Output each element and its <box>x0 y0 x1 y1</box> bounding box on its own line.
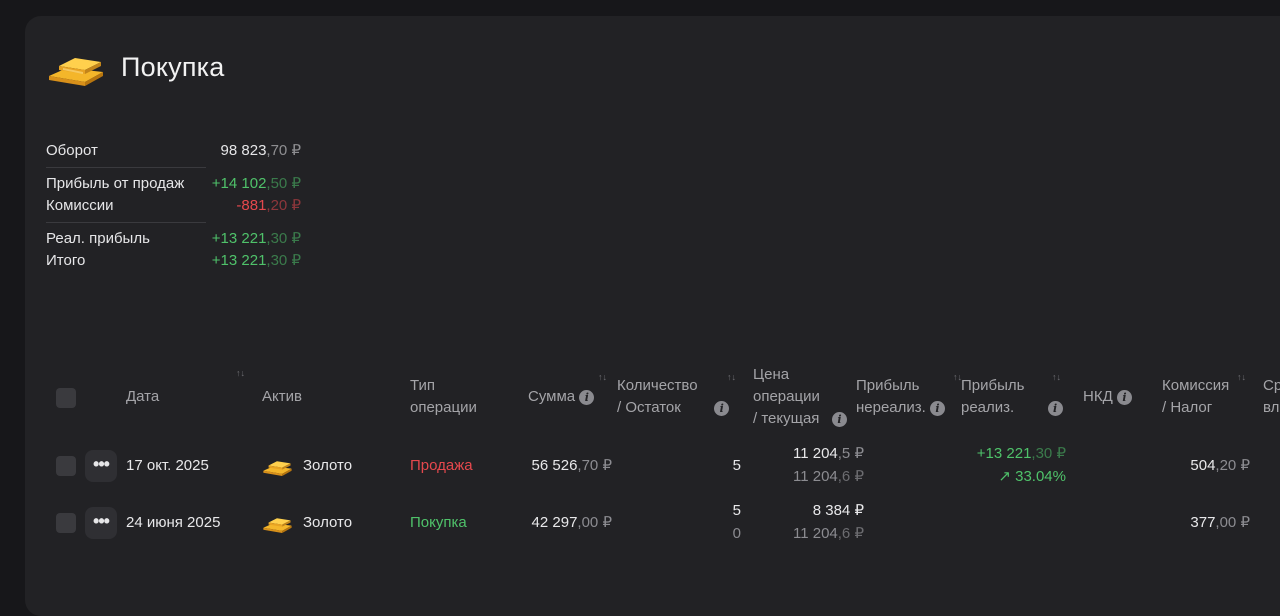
row-menu-button[interactable]: ••• <box>85 450 117 482</box>
row-checkbox[interactable] <box>56 513 76 533</box>
info-icon[interactable]: i <box>714 400 730 416</box>
sort-icon[interactable]: ↑↓ <box>727 372 736 382</box>
header: Покупка <box>45 46 224 88</box>
sort-icon[interactable]: ↑↓ <box>1237 372 1246 382</box>
gold-icon <box>261 512 295 539</box>
header-asset[interactable]: Актив <box>262 386 302 408</box>
gold-icon <box>261 455 295 482</box>
summary-realized-profit: Реал. прибыль +13 221,30 ₽ <box>46 228 301 250</box>
row-price: 8 384 ₽ <box>812 502 864 519</box>
row-realized-percent: ↗ 33.04% <box>998 468 1066 485</box>
divider <box>46 222 206 223</box>
info-icon[interactable]: i <box>831 411 847 427</box>
row-sum: 42 297,00 ₽ <box>531 514 612 531</box>
header-realized-profit[interactable]: Прибыль реализ. i <box>961 375 1063 419</box>
info-icon[interactable]: i <box>1116 389 1132 405</box>
row-quantity: 5 <box>732 502 741 519</box>
row-commission: 377,00 ₽ <box>1190 514 1250 531</box>
row-asset[interactable]: Золото <box>303 512 352 534</box>
row-quantity-rest: 0 <box>732 525 741 542</box>
header-commission[interactable]: Комиссия / Налог <box>1162 375 1229 419</box>
operation-card: Покупка Оборот 98 823,70 ₽ Прибыль от пр… <box>25 16 1280 616</box>
summary-total: Итого +13 221,30 ₽ <box>46 250 301 272</box>
header-price[interactable]: Цена операции / текущая i <box>753 364 847 430</box>
gold-bars-icon <box>45 46 109 88</box>
header-nkd[interactable]: НКД i <box>1083 386 1132 408</box>
summary-commissions: Комиссии -881,20 ₽ <box>46 195 301 217</box>
header-quantity[interactable]: Количество / Остаток i <box>617 375 730 419</box>
table-header: ↑↓ Дата Актив Тип операции Сумма i ↑↓ Ко… <box>25 366 1280 446</box>
summary-sales-profit: Прибыль от продаж +14 102,50 ₽ <box>46 173 301 195</box>
row-quantity: 5 <box>732 457 741 474</box>
summary-panel: Оборот 98 823,70 ₽ Прибыль от продаж +14… <box>46 140 301 272</box>
page-title: Покупка <box>121 51 225 82</box>
total-value: +13 221,30 ₽ <box>211 252 301 269</box>
row-price: 11 204,5 ₽ <box>793 445 864 462</box>
row-op-type: Покупка <box>410 514 467 531</box>
realized-profit-value: +13 221,30 ₽ <box>211 230 301 247</box>
info-icon[interactable]: i <box>930 400 946 416</box>
row-sum: 56 526,70 ₽ <box>531 457 612 474</box>
turnover-value: 98 823,70 ₽ <box>220 142 301 159</box>
row-price-current: 11 204,6 ₽ <box>793 468 864 485</box>
header-extra[interactable]: Ср вл <box>1263 375 1280 419</box>
row-op-type: Продажа <box>410 457 473 474</box>
row-asset[interactable]: Золото <box>303 455 352 477</box>
row-price-current: 11 204,6 ₽ <box>793 525 864 542</box>
commissions-value: -881,20 ₽ <box>236 197 301 214</box>
header-date[interactable]: Дата <box>126 386 159 408</box>
select-all-checkbox[interactable] <box>56 388 76 408</box>
info-icon[interactable]: i <box>1047 400 1063 416</box>
row-realized-profit: +13 221,30 ₽ <box>976 445 1066 462</box>
row-date: 17 окт. 2025 <box>126 457 209 474</box>
row-date: 24 июня 2025 <box>126 514 221 531</box>
sort-icon[interactable]: ↑↓ <box>598 372 607 382</box>
summary-turnover: Оборот 98 823,70 ₽ <box>46 140 301 162</box>
header-op-type[interactable]: Тип операции <box>410 375 477 419</box>
row-checkbox[interactable] <box>56 456 76 476</box>
header-sum[interactable]: Сумма i <box>528 386 595 408</box>
sales-profit-value: +14 102,50 ₽ <box>211 175 301 192</box>
divider <box>46 167 206 168</box>
sort-icon[interactable]: ↑↓ <box>236 368 245 378</box>
sort-icon[interactable]: ↑↓ <box>1052 372 1061 382</box>
header-unrealized-profit[interactable]: Прибыль нереализ. i <box>856 375 946 419</box>
row-commission: 504,20 ₽ <box>1190 457 1250 474</box>
info-icon[interactable]: i <box>579 389 595 405</box>
row-menu-button[interactable]: ••• <box>85 507 117 539</box>
